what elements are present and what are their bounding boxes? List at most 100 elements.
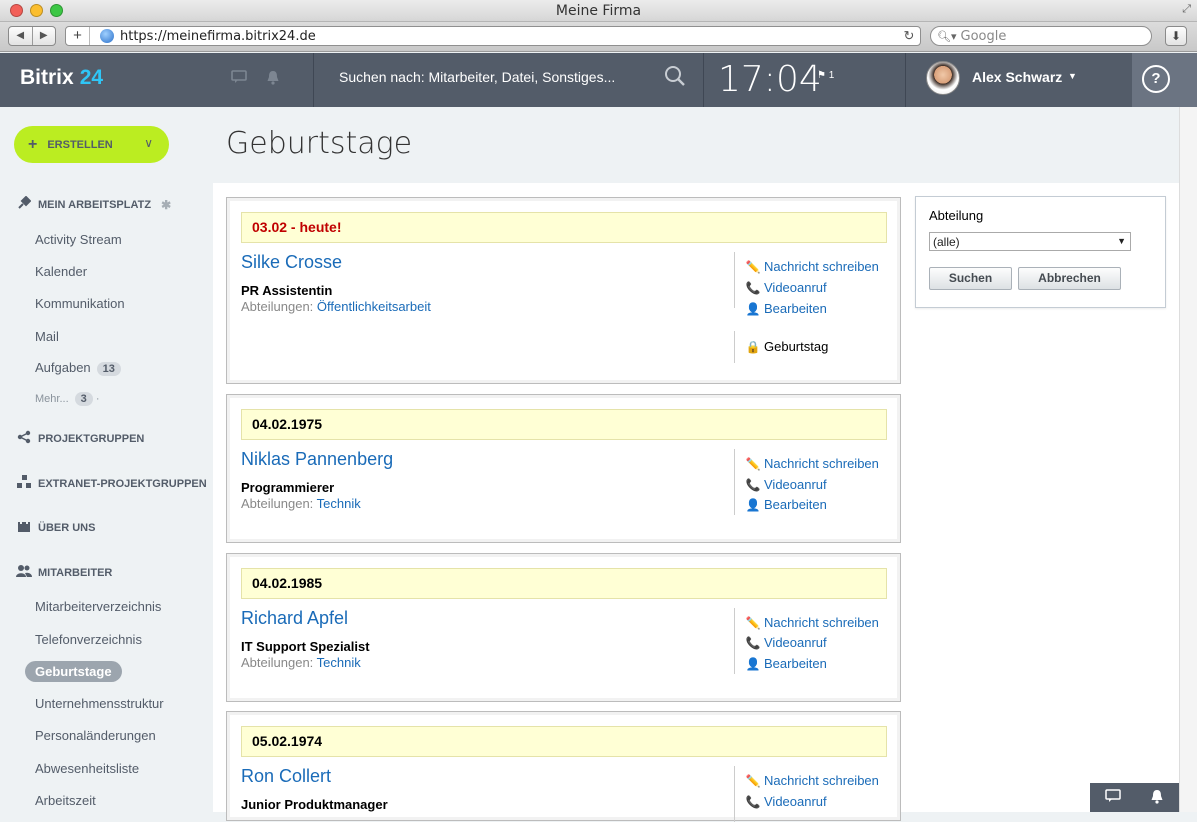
sidebar-more[interactable]: Mehr... 3 · [35,392,99,406]
more-count-badge: 3 [74,392,93,406]
address-bar[interactable]: + https://meinefirma.bitrix24.de ↻ [65,26,921,46]
section-workspace[interactable]: MEIN ARBEITSPLATZ ✱ [16,195,171,213]
person-name-link[interactable]: Silke Crosse [241,252,342,273]
url-text[interactable]: https://meinefirma.bitrix24.de [120,29,898,44]
send-message-link[interactable]: ✏️ Nachricht schreiben [745,773,879,788]
plus-icon: + [28,135,38,153]
section-projektgruppen[interactable]: PROJEKTGRUPPEN [16,430,144,447]
sidebar-item-kalender[interactable]: Kalender [35,264,87,279]
action-divider [734,608,735,674]
person-name-link[interactable]: Ron Collert [241,766,331,787]
cancel-button[interactable]: Abbrechen [1018,267,1121,290]
video-call-link[interactable]: 📞 Videoanruf [745,477,827,492]
video-call-link[interactable]: 📞 Videoanruf [745,280,827,295]
sidebar-item-personalaenderungen[interactable]: Personaländerungen [35,728,156,743]
department-link[interactable]: Technik [317,655,361,670]
birthday-card: 03.02 - heute! Silke Crosse PR Assistent… [226,197,901,384]
back-button[interactable]: ◀ [9,27,33,45]
create-button[interactable]: + ERSTELLEN ∨ [14,126,169,163]
help-button[interactable]: ? [1142,65,1170,93]
department-link[interactable]: Technik [317,496,361,511]
downloads-button[interactable]: ⬇ [1165,26,1187,46]
fullscreen-icon[interactable]: ⤢ [1182,3,1191,16]
sidebar-item-label: Aufgaben [35,360,91,375]
sidebar-item-activity-stream[interactable]: Activity Stream [35,232,122,247]
video-call-link[interactable]: 📞 Videoanruf [745,794,827,809]
section-projektgruppen-title: PROJEKTGRUPPEN [38,432,145,445]
edit-user-icon: 👤 [745,497,761,512]
chevron-down-icon[interactable]: ∨ [144,136,153,150]
chevron-down-icon: · [95,393,100,405]
sidebar-item-unternehmensstruktur[interactable]: Unternehmensstruktur [35,696,164,711]
video-call-icon: 📞 [745,280,761,295]
avatar[interactable] [926,61,960,95]
edit-link[interactable]: 👤 Bearbeiten [745,656,827,671]
send-message-link[interactable]: ✏️ Nachricht schreiben [745,615,879,630]
reload-icon[interactable]: ↻ [898,28,920,44]
chat-icon[interactable] [231,70,247,87]
edit-link[interactable]: 👤 Bearbeiten [745,497,827,512]
sidebar-item-mitarbeiterverzeichnis[interactable]: Mitarbeiterverzeichnis [35,599,161,614]
department-select[interactable]: (alle) ▼ [929,232,1131,251]
departments-label: Abteilungen: [241,655,314,670]
header-divider [703,53,704,107]
notifications-icon[interactable] [266,70,280,88]
castle-icon [16,519,32,536]
section-extranet[interactable]: EXTRANET-PROJEKTGRUPPEN [16,475,207,492]
sidebar-item-aufgaben[interactable]: Aufgaben 13 [35,360,121,376]
section-ueber-uns[interactable]: ÜBER UNS [16,519,95,536]
notifications-icon[interactable] [1150,789,1164,807]
pencil-icon: ✏️ [745,615,761,630]
gear-icon[interactable]: ✱ [161,198,171,212]
send-message-link[interactable]: ✏️ Nachricht schreiben [745,456,879,471]
add-bookmark-icon[interactable]: + [66,27,90,45]
more-label: Mehr... [35,393,69,405]
search-button[interactable]: Suchen [929,267,1012,290]
birthday-label: Geburtstag [764,339,829,354]
video-call-label: Videoanruf [764,477,827,492]
sidebar-item-kommunikation[interactable]: Kommunikation [35,296,125,311]
video-call-label: Videoanruf [764,794,827,809]
sidebar-item-arbeitszeit[interactable]: Arbeitszeit [35,793,96,808]
chevron-down-icon[interactable]: ▼ [1068,71,1077,81]
clock[interactable]: 17:04 [718,59,822,100]
forward-button[interactable]: ▶ [33,27,56,45]
edit-user-icon: 👤 [745,656,761,671]
person-name-link[interactable]: Richard Apfel [241,608,348,629]
search-icon: 🔍︎▾ [937,30,957,43]
sidebar-item-mail[interactable]: Mail [35,329,59,344]
pin-icon [16,195,32,213]
video-call-link[interactable]: 📞 Videoanruf [745,635,827,650]
header-divider [905,53,906,107]
video-call-label: Videoanruf [764,635,827,650]
person-name-link[interactable]: Niklas Pannenberg [241,449,393,470]
pencil-icon: ✏️ [745,259,761,274]
pencil-icon: ✏️ [745,773,761,788]
sidebar-item-abwesenheitsliste[interactable]: Abwesenheitsliste [35,761,139,776]
section-mitarbeiter[interactable]: MITARBEITER [16,564,112,581]
send-message-label: Nachricht schreiben [764,773,879,788]
users-icon [16,564,32,581]
sidebar-item-geburtstage[interactable]: Geburtstage [25,661,122,682]
video-call-label: Videoanruf [764,280,827,295]
structure-icon [16,475,32,492]
logo[interactable]: Bitrix 24 [20,66,103,90]
browser-search-field[interactable]: 🔍︎▾ Google [930,26,1152,46]
search-icon[interactable] [664,65,686,87]
action-divider [734,331,735,363]
scrollbar[interactable] [1179,107,1197,812]
window-titlebar: Meine Firma ⤢ [0,0,1197,22]
global-search-input[interactable]: Suchen nach: Mitarbeiter, Datei, Sonstig… [339,69,615,85]
send-message-link[interactable]: ✏️ Nachricht schreiben [745,259,879,274]
chat-icon[interactable] [1105,789,1121,806]
send-message-label: Nachricht schreiben [764,615,879,630]
flag-counter[interactable]: ⚑ 1 [817,70,834,81]
nav-buttons: ◀ ▶ [8,26,56,46]
user-name[interactable]: Alex Schwarz [972,69,1062,85]
sidebar-item-telefonverzeichnis[interactable]: Telefonverzeichnis [35,632,142,647]
filter-label: Abteilung [929,208,984,223]
pencil-icon: ✏️ [745,456,761,471]
lock-icon: 🔒 [745,339,761,354]
edit-link[interactable]: 👤 Bearbeiten [745,301,827,316]
department-link[interactable]: Öffentlichkeitsarbeit [317,299,431,314]
